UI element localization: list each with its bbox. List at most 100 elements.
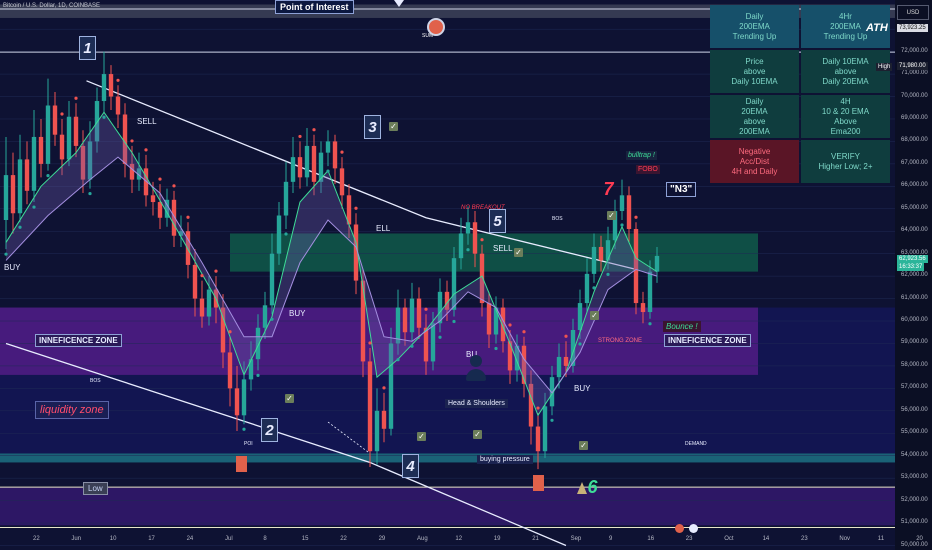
zone-demand — [0, 453, 895, 463]
wave-7: 7 — [603, 178, 614, 199]
candle-body — [66, 116, 72, 160]
sell-label-2: SELL — [493, 244, 513, 253]
signal-dot — [270, 317, 274, 321]
y-tick-label: 72,000.00 — [901, 47, 928, 54]
x-tick-label: 29 — [378, 536, 386, 542]
y-tick-label: 61,000.00 — [901, 294, 928, 301]
x-tick-label: 19 — [493, 536, 501, 542]
x-tick-label: 11 — [877, 536, 885, 542]
y-tick-label: 53,000.00 — [901, 474, 928, 481]
signal-dot — [494, 346, 498, 351]
signal-dot — [354, 206, 358, 210]
status-cell: Daily 10EMA above Daily 20EMA — [801, 50, 890, 93]
signal-dot — [368, 341, 372, 345]
candle-body — [619, 195, 625, 212]
check-icon: ✓ — [607, 211, 616, 220]
x-tick-label: 16 — [647, 536, 655, 542]
candle-body — [115, 96, 121, 115]
check-icon: ✓ — [285, 394, 294, 403]
candle-body — [227, 352, 233, 389]
candle-body — [304, 145, 310, 178]
candle-body — [654, 255, 660, 272]
candle-body — [325, 141, 331, 153]
down-arrow-icon — [533, 475, 544, 491]
check-icon: ✓ — [389, 122, 398, 131]
signal-dot — [214, 269, 218, 273]
signal-dot — [172, 184, 176, 188]
candle-body — [234, 388, 240, 416]
x-tick-label: 22 — [33, 536, 40, 542]
currency-button[interactable]: USD — [897, 5, 929, 20]
x-tick-label: 10 — [109, 536, 117, 542]
signal-dot — [396, 358, 400, 362]
x-tick-label: 9 — [609, 536, 613, 542]
x-tick-label: 21 — [532, 536, 539, 542]
candle-body — [192, 264, 198, 299]
signal-dot — [32, 205, 36, 209]
down-arrow-icon — [236, 456, 247, 472]
signal-dot — [550, 418, 554, 422]
candle-body — [157, 202, 163, 218]
candle-body — [374, 410, 380, 452]
signal-dot — [242, 427, 246, 431]
signal-dot — [424, 307, 428, 311]
signal-dot — [298, 134, 302, 139]
y-tick-label: 57,000.00 — [901, 384, 928, 391]
chart-canvas[interactable]: Bitcoin / U.S. Dollar, 1D, COINBASE Poin… — [0, 0, 932, 550]
y-tick-label: 69,000.00 — [901, 114, 928, 121]
signal-dot — [508, 323, 512, 327]
signal-dot — [564, 334, 568, 338]
buying-pressure-label: buying pressure — [477, 455, 533, 464]
y-tick-label: 54,000.00 — [901, 451, 928, 458]
chart-title: Bitcoin / U.S. Dollar, 1D, COINBASE — [3, 3, 101, 9]
y-tick-label: 62,000.00 — [901, 272, 928, 279]
signal-dot — [88, 191, 92, 196]
candle-body — [416, 298, 422, 328]
signal-dot — [536, 406, 540, 410]
x-tick-label: 14 — [762, 536, 770, 542]
check-icon: ✓ — [514, 248, 523, 257]
fobo-label: FOBO — [636, 165, 660, 174]
candle-body — [45, 105, 51, 164]
signal-dot — [452, 319, 456, 324]
candle-body — [108, 74, 114, 97]
candle-body — [626, 195, 632, 229]
candle-body — [31, 136, 37, 191]
x-tick-label: Jul — [225, 536, 233, 542]
signal-dot — [620, 223, 624, 227]
head-shoulders-label: Head & Shoulders — [445, 399, 508, 408]
y-tick-label: 66,000.00 — [901, 182, 928, 189]
y-tick-label: 56,000.00 — [901, 406, 928, 413]
y-tick-label: 65,000.00 — [901, 204, 928, 211]
signal-dot — [480, 238, 484, 242]
y-tick-label: 67,000.00 — [901, 159, 928, 166]
y-tick-label: 58,000.00 — [901, 361, 928, 368]
no-breakout-label: NO BREAKOUT — [461, 205, 505, 211]
wave-5: 5 — [489, 209, 506, 233]
candle-body — [563, 356, 569, 366]
signal-dot — [144, 148, 148, 152]
wave-2: 2 — [261, 418, 278, 442]
strong-zone-label: STRONG ZONE — [598, 338, 643, 344]
candle-body — [241, 379, 247, 416]
candle-body — [486, 303, 492, 335]
candle-body — [150, 195, 156, 203]
signal-dot — [466, 248, 470, 252]
point-of-interest-label[interactable]: Point of Interest — [275, 0, 354, 14]
liquidity-zone-label: liquidity zone — [35, 401, 109, 419]
candle-body — [458, 233, 464, 259]
signal-dot — [4, 252, 8, 256]
signal-dot — [200, 274, 204, 278]
candle-body — [577, 303, 583, 330]
candle-body — [395, 307, 401, 344]
buy-label-2: BUY — [289, 309, 306, 318]
x-tick-label: 20 — [916, 536, 923, 542]
check-icon: ✓ — [473, 430, 482, 439]
candle-body — [598, 246, 604, 261]
candle-body — [332, 141, 338, 169]
signal-dot — [60, 112, 64, 116]
status-cell: Negative Acc/Dist 4H and Daily — [710, 140, 799, 183]
candle-body — [10, 175, 16, 214]
event-icons[interactable] — [675, 518, 699, 533]
x-tick-label: 8 — [263, 536, 267, 542]
